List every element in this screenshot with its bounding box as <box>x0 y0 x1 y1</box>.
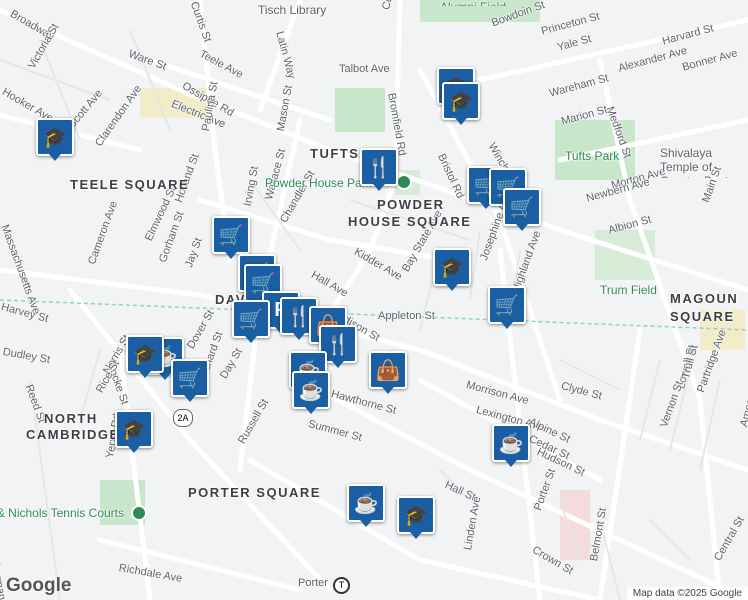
map-marker-cafe[interactable]: ☕ <box>292 371 330 414</box>
map-marker-school[interactable]: 🎓 <box>36 118 74 161</box>
map-marker-school[interactable]: 🎓 <box>442 82 480 125</box>
map-marker-cafe[interactable]: ☕ <box>492 424 530 467</box>
street-label: Appleton St <box>378 310 435 322</box>
area-label-north-cambridge: CAMBRIDGE <box>26 427 120 442</box>
area-label-powder-house-square: HOUSE SQUARE <box>348 214 472 229</box>
poi-label-alumni-field[interactable]: Alumni Field <box>440 0 506 6</box>
poi-label-tufts-park[interactable]: Tufts Park <box>565 149 619 163</box>
park-pin-icon[interactable] <box>131 505 147 521</box>
coffee-cup-icon: ☕ <box>353 492 379 515</box>
transit-station-icon[interactable]: T <box>333 577 350 594</box>
area-label-powder-house: POWDER <box>377 197 445 212</box>
area-label-north: NORTH <box>44 411 98 426</box>
area-label-tufts: TUFTS <box>310 146 360 161</box>
area-label-porter-square: PORTER SQUARE <box>188 485 321 500</box>
street-label: Porter <box>298 577 328 589</box>
map-marker-school[interactable]: 🎓 <box>115 410 153 453</box>
bike-path <box>0 299 748 331</box>
coffee-cup-icon: ☕ <box>498 432 524 455</box>
map-marker-school[interactable]: 🎓 <box>397 496 435 539</box>
map-marker-restaurant[interactable]: 🍴 <box>360 148 398 191</box>
graduation-cap-icon: 🎓 <box>121 418 147 441</box>
graduation-cap-icon: 🎓 <box>132 343 158 366</box>
shopping-cart-icon: 🛒 <box>509 196 535 219</box>
area-label-teele-square: TEELE SQUARE <box>70 177 190 192</box>
map-marker-school[interactable]: 🎓 <box>126 335 164 378</box>
street-label: Talbot Ave <box>339 63 390 75</box>
shopping-cart-icon: 🛒 <box>494 294 520 317</box>
map-marker-grocery[interactable]: 🛒 <box>212 216 250 259</box>
map-marker-grocery[interactable]: 🛒 <box>488 286 526 329</box>
graduation-cap-icon: 🎓 <box>448 90 474 113</box>
coffee-cup-icon: ☕ <box>298 379 324 402</box>
poi-label-tisch-library[interactable]: Tisch Library <box>258 3 326 17</box>
google-logo[interactable]: Google <box>6 575 71 597</box>
map-marker-grocery[interactable]: 🛒 <box>232 300 270 343</box>
shopping-cart-icon: 🛒 <box>238 308 264 331</box>
area-label-magoun-square: SQUARE <box>670 309 735 324</box>
park-area <box>335 88 385 132</box>
poi-label-tennis-courts[interactable]: Buckingham Browne & Nichols Tennis Court… <box>0 506 124 520</box>
map-marker-school[interactable]: 🎓 <box>433 248 471 291</box>
graduation-cap-icon: 🎓 <box>403 504 429 527</box>
fork-knife-icon: 🍴 <box>366 156 392 179</box>
area-label-magoun: MAGOUN <box>670 291 739 306</box>
shopping-cart-icon: 🛒 <box>177 367 203 390</box>
fork-knife-icon: 🍴 <box>286 305 312 328</box>
graduation-cap-icon: 🎓 <box>42 126 68 149</box>
shopping-cart-icon: 🛒 <box>218 224 244 247</box>
poi-label-shivalaya[interactable]: Shivalaya Temple of Greater Boston <box>660 146 748 178</box>
map-marker-grocery[interactable]: 🛒 <box>171 359 209 402</box>
route-shield-icon: 2A <box>173 409 193 427</box>
poi-label-powder-house-park[interactable]: Powder House Park <box>265 176 372 190</box>
shopping-bag-icon: 👜 <box>375 359 401 382</box>
map-marker-cafe[interactable]: ☕ <box>347 484 385 527</box>
map-marker-grocery[interactable]: 🛒 <box>503 188 541 231</box>
graduation-cap-icon: 🎓 <box>439 256 465 279</box>
map-attribution[interactable]: Map data ©2025 Google <box>626 587 748 600</box>
fork-knife-icon: 🍴 <box>325 333 351 356</box>
map-marker-shopping[interactable]: 👜 <box>369 351 407 394</box>
map-canvas[interactable]: Broadway Curtis St Teele Ave Ware St Victori… <box>0 0 748 600</box>
park-pin-icon[interactable] <box>396 174 412 190</box>
poi-label-trum-field[interactable]: Trum Field <box>600 283 657 297</box>
